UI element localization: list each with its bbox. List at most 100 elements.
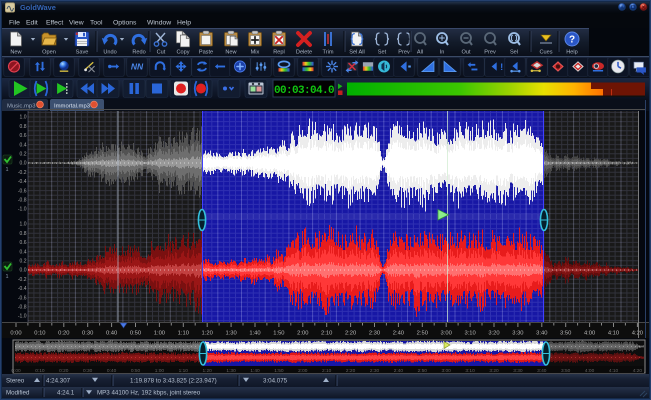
svg-text:0:20: 0:20 bbox=[59, 368, 69, 374]
svg-text:4:10: 4:10 bbox=[609, 368, 619, 374]
svg-text:!: ! bbox=[500, 62, 503, 72]
svg-text:Repl: Repl bbox=[273, 50, 285, 56]
svg-text:1:20: 1:20 bbox=[203, 368, 213, 374]
svg-text:2:40: 2:40 bbox=[394, 368, 404, 374]
svg-text:Delete: Delete bbox=[296, 50, 312, 56]
svg-text:1:20: 1:20 bbox=[202, 331, 213, 337]
svg-text:3:50: 3:50 bbox=[560, 331, 571, 337]
svg-text:1:10: 1:10 bbox=[178, 331, 189, 337]
svg-text:Copy: Copy bbox=[176, 50, 189, 56]
svg-text:2:30: 2:30 bbox=[369, 331, 380, 337]
svg-text:1: 1 bbox=[5, 274, 8, 280]
svg-text:3:40: 3:40 bbox=[536, 331, 547, 337]
svg-text:4:20: 4:20 bbox=[632, 331, 643, 337]
svg-text:0:00: 0:00 bbox=[10, 331, 21, 337]
svg-text:3:10: 3:10 bbox=[464, 331, 475, 337]
svg-text:New: New bbox=[225, 50, 237, 56]
svg-text:0:40: 0:40 bbox=[107, 368, 117, 374]
svg-text:-0.6: -0.6 bbox=[18, 295, 27, 301]
svg-text:Music.mp3: Music.mp3 bbox=[7, 104, 36, 110]
svg-text:1:00: 1:00 bbox=[154, 331, 165, 337]
svg-text:Help: Help bbox=[177, 20, 191, 27]
svg-text:Redo: Redo bbox=[132, 50, 145, 56]
svg-text:1:30: 1:30 bbox=[225, 331, 236, 337]
svg-text:Cut: Cut bbox=[157, 50, 166, 56]
svg-text:1: 1 bbox=[5, 167, 8, 173]
svg-text:4:00: 4:00 bbox=[585, 368, 595, 374]
svg-text:3:30: 3:30 bbox=[512, 331, 523, 337]
svg-text:4:00: 4:00 bbox=[584, 331, 595, 337]
svg-text:All: All bbox=[417, 50, 423, 56]
svg-text:Options: Options bbox=[113, 20, 137, 27]
svg-text:3:04.075: 3:04.075 bbox=[263, 378, 288, 385]
svg-text:3:30: 3:30 bbox=[513, 368, 523, 374]
svg-text:1.0: 1.0 bbox=[20, 115, 27, 121]
svg-text:4:10: 4:10 bbox=[608, 331, 619, 337]
svg-text:Out: Out bbox=[461, 50, 470, 56]
svg-text:-0.2: -0.2 bbox=[18, 170, 27, 176]
svg-text:2:10: 2:10 bbox=[321, 331, 332, 337]
svg-text:3:20: 3:20 bbox=[488, 331, 499, 337]
svg-text:0:20: 0:20 bbox=[58, 331, 69, 337]
svg-text:3:00: 3:00 bbox=[442, 368, 452, 374]
svg-text:-0.4: -0.4 bbox=[18, 286, 27, 292]
svg-text:New: New bbox=[10, 50, 22, 56]
svg-text:0.4: 0.4 bbox=[20, 142, 27, 148]
svg-text:1:50: 1:50 bbox=[274, 368, 284, 374]
svg-text:2:50: 2:50 bbox=[418, 368, 428, 374]
svg-text:-0.6: -0.6 bbox=[18, 188, 27, 194]
svg-text:0:00: 0:00 bbox=[11, 368, 21, 374]
svg-text:0:10: 0:10 bbox=[34, 331, 45, 337]
svg-text:3:50: 3:50 bbox=[561, 368, 571, 374]
svg-text:-1.0: -1.0 bbox=[18, 314, 27, 320]
svg-text:0.4: 0.4 bbox=[20, 249, 27, 255]
svg-text:MP3 44100 Hz, 192 kbps, joint: MP3 44100 Hz, 192 kbps, joint stereo bbox=[97, 390, 201, 397]
svg-text:Help: Help bbox=[566, 50, 578, 56]
svg-text:4:24.1: 4:24.1 bbox=[57, 390, 75, 397]
svg-text:4:20: 4:20 bbox=[633, 368, 643, 374]
svg-text:Effect: Effect bbox=[46, 20, 63, 27]
svg-text:0:10: 0:10 bbox=[35, 368, 45, 374]
svg-text:3:00: 3:00 bbox=[441, 331, 452, 337]
svg-text:Prev: Prev bbox=[398, 50, 410, 56]
svg-text:1:19.878 to 3:43.825 (2:23.947: 1:19.878 to 3:43.825 (2:23.947) bbox=[130, 378, 217, 385]
svg-text:Paste: Paste bbox=[199, 50, 213, 56]
svg-text:0.6: 0.6 bbox=[20, 133, 27, 139]
svg-text:Modified: Modified bbox=[6, 390, 30, 397]
svg-text:Prev: Prev bbox=[484, 50, 496, 56]
svg-text:Cues: Cues bbox=[539, 50, 552, 56]
svg-text:Tool: Tool bbox=[90, 20, 103, 27]
svg-text:0.0: 0.0 bbox=[20, 268, 27, 274]
svg-text:-0.8: -0.8 bbox=[18, 305, 27, 311]
svg-text:0:50: 0:50 bbox=[130, 331, 141, 337]
svg-text:0.8: 0.8 bbox=[20, 124, 27, 130]
svg-text:Mix: Mix bbox=[251, 50, 260, 56]
svg-text:0.2: 0.2 bbox=[20, 259, 27, 265]
svg-text:1.0: 1.0 bbox=[20, 222, 27, 228]
svg-text:Sel: Sel bbox=[510, 50, 518, 56]
svg-text:Edit: Edit bbox=[26, 20, 38, 27]
svg-text:0:50: 0:50 bbox=[131, 368, 141, 374]
svg-text:0.2: 0.2 bbox=[20, 152, 27, 158]
svg-text:-1.0: -1.0 bbox=[18, 207, 27, 213]
svg-text:2:00: 2:00 bbox=[297, 331, 308, 337]
svg-text:?: ? bbox=[569, 35, 575, 46]
svg-text:Open: Open bbox=[42, 50, 56, 56]
svg-text:2:30: 2:30 bbox=[370, 368, 380, 374]
svg-text:1:40: 1:40 bbox=[249, 331, 260, 337]
svg-text:Undo: Undo bbox=[103, 50, 116, 56]
svg-text:0.0: 0.0 bbox=[20, 161, 27, 167]
svg-text:2:40: 2:40 bbox=[393, 331, 404, 337]
svg-text:1:40: 1:40 bbox=[250, 368, 260, 374]
svg-text:0:30: 0:30 bbox=[83, 368, 93, 374]
svg-text:00:03:04.0: 00:03:04.0 bbox=[274, 85, 334, 97]
svg-text:1:30: 1:30 bbox=[226, 368, 236, 374]
svg-text:Trim: Trim bbox=[323, 50, 334, 56]
svg-text:-0.4: -0.4 bbox=[18, 179, 27, 185]
svg-text:4:24.307: 4:24.307 bbox=[46, 378, 71, 385]
svg-text:0:30: 0:30 bbox=[82, 331, 93, 337]
svg-text:Set: Set bbox=[378, 50, 387, 56]
svg-text:0:40: 0:40 bbox=[106, 331, 117, 337]
svg-text:Save: Save bbox=[76, 50, 89, 56]
svg-text:2:20: 2:20 bbox=[346, 368, 356, 374]
